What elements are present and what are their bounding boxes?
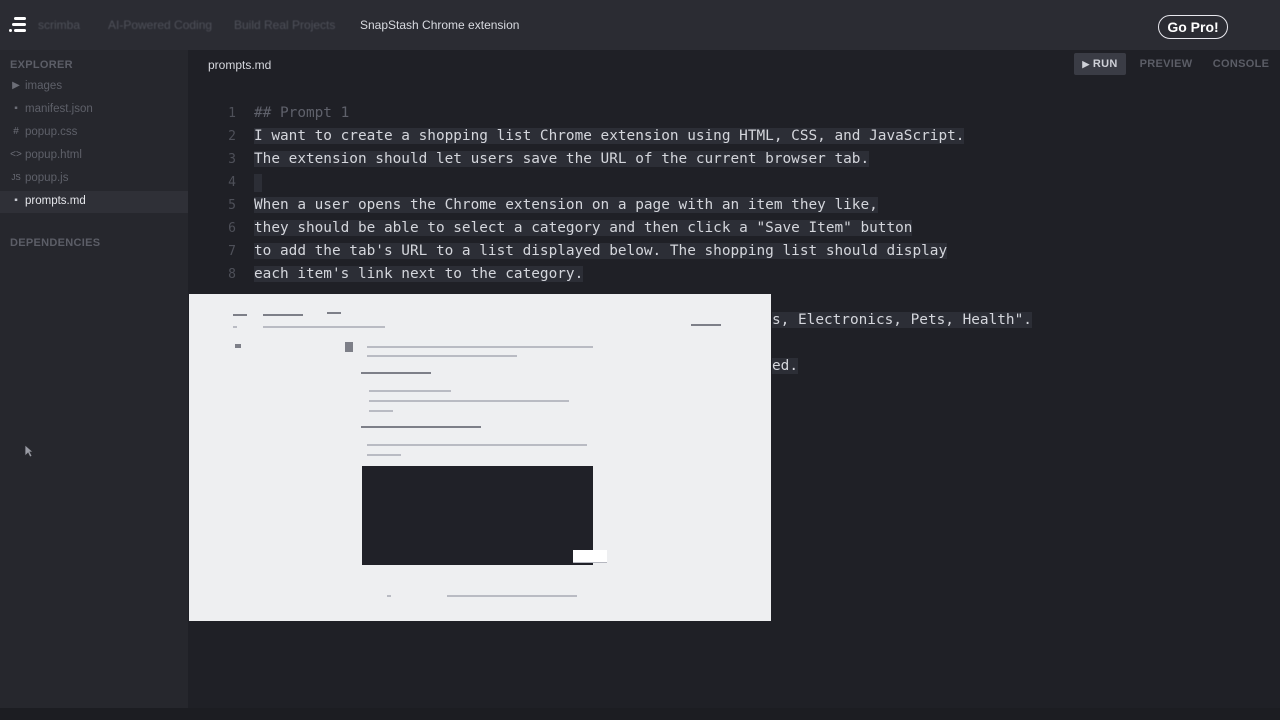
line-number: 1 [228,106,236,121]
code-line: I want to create a shopping list Chrome … [254,128,965,144]
line-number: 8 [228,267,236,282]
overlay-text [233,314,247,316]
overlay-text [447,595,577,597]
markdown-icon: ▪ [14,195,18,206]
overlay-button [573,550,607,563]
file-explorer: EXPLORER ▶ images ▪ manifest.json # popu… [0,50,188,720]
overlay-text [345,342,353,352]
overlay-text [235,344,241,348]
line-number: 7 [228,244,236,259]
overlay-text [367,346,593,348]
overlay-text [367,454,401,456]
line-number: 3 [228,152,236,167]
overlay-text [369,390,451,392]
css-icon: # [13,126,19,137]
explorer-heading: EXPLORER [10,59,73,71]
code-line: When a user opens the Chrome extension o… [254,197,878,213]
overlay-code-block [362,466,593,565]
overlay-text [361,426,481,428]
code-line-partial: ed. [772,358,798,374]
breadcrumb-current: SnapStash Chrome extension [360,18,520,32]
tab-prompts-md[interactable]: prompts.md [208,58,271,72]
line-number: 6 [228,221,236,236]
folder-arrow-icon: ▶ [12,80,20,91]
sidebar-item-label: popup.css [25,126,78,138]
mouse-cursor-icon [24,444,34,458]
overlay-text [263,314,303,316]
sidebar-item-manifest[interactable]: ▪ manifest.json [0,99,188,121]
sidebar-item-label: manifest.json [25,103,93,115]
sidebar-item-popup-js[interactable]: JS popup.js [0,168,188,190]
sidebar-item-label: popup.js [25,172,69,184]
editor-header: prompts.md ▶ RUN PREVIEW CONSOLE [188,50,1280,80]
overlay-text [233,326,237,328]
code-line: The extension should let users save the … [254,151,870,167]
preview-overlay [189,294,771,621]
overlay-text [263,326,385,328]
sidebar-item-prompts-md[interactable]: ▪ prompts.md [0,191,188,213]
sidebar-item-images[interactable]: ▶ images [0,76,188,98]
sidebar-item-popup-html[interactable]: <> popup.html [0,145,188,167]
code-line: to add the tab's URL to a list displayed… [254,243,948,259]
top-bar: scrimba AI-Powered Coding Build Real Pro… [0,0,1280,50]
overlay-text [367,355,517,357]
line-number: 4 [228,175,236,190]
code-line [254,174,262,192]
file-icon: ▪ [14,103,18,114]
code-line: each item's link next to the category. [254,266,584,282]
overlay-text [361,372,431,374]
sidebar-item-popup-css[interactable]: # popup.css [0,122,188,144]
scrimba-logo-icon[interactable] [8,16,28,34]
overlay-text [327,312,341,314]
overlay-text [369,410,393,412]
html-icon: <> [10,149,22,160]
code-line: they should be able to select a category… [254,220,913,236]
dependencies-heading[interactable]: DEPENDENCIES [10,237,100,249]
sidebar-item-label: prompts.md [25,195,86,207]
sidebar-item-label: popup.html [25,149,82,161]
run-label: RUN [1092,58,1118,70]
code-line-partial: s, Electronics, Pets, Health". [772,312,1032,328]
overlay-text [369,400,569,402]
breadcrumb-course[interactable]: AI-Powered Coding [108,18,212,32]
overlay-text [691,324,721,326]
overlay-text [387,595,391,597]
sidebar-item-label: images [25,80,63,92]
line-number: 2 [228,129,236,144]
js-icon: JS [11,173,21,182]
run-button[interactable]: ▶ RUN [1074,53,1126,75]
status-bar [0,708,1280,720]
console-button[interactable]: CONSOLE [1210,53,1272,75]
line-number: 5 [228,198,236,213]
overlay-text [367,444,587,446]
play-icon: ▶ [1082,59,1090,69]
breadcrumb-home[interactable]: scrimba [38,18,80,32]
breadcrumb-section[interactable]: Build Real Projects [234,18,335,32]
code-line: ## Prompt 1 [254,105,350,121]
preview-button[interactable]: PREVIEW [1138,53,1194,75]
go-pro-button[interactable]: Go Pro! [1158,15,1228,39]
